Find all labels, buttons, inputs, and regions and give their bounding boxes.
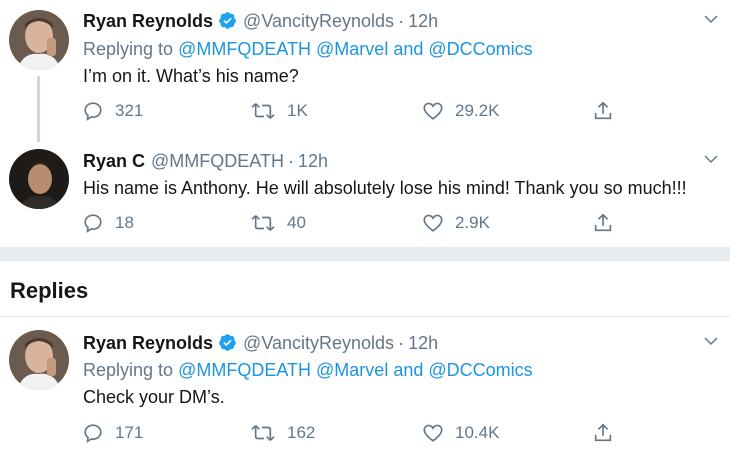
heart-icon [423, 214, 443, 232]
like-button[interactable]: 10.4K [422, 420, 499, 446]
user-handle[interactable]: @VancityReynolds [243, 11, 394, 31]
tweet-actions: 171 162 10.4K [82, 420, 622, 446]
retweet-count: 40 [287, 213, 306, 232]
tweet-header: Ryan C @MMFQDEATH · 12h [83, 150, 328, 172]
retweet-count: 162 [287, 423, 316, 442]
verified-badge-icon [219, 334, 236, 351]
reply-count: 18 [115, 213, 134, 232]
mention-link[interactable]: @MMFQDEATH [178, 360, 311, 380]
chevron-down-icon[interactable] [702, 332, 720, 350]
avatar-ryan-reynolds[interactable] [9, 330, 69, 390]
retweet-icon [251, 215, 275, 231]
tweet-time[interactable]: 12h [298, 151, 328, 171]
reply-button[interactable]: 321 [82, 98, 143, 124]
tweet-header: Ryan Reynolds @VancityReynolds · 12h [83, 332, 438, 354]
share-icon [594, 423, 612, 442]
share-icon [594, 213, 612, 232]
like-button[interactable]: 29.2K [422, 98, 499, 124]
tweet-time[interactable]: 12h [408, 333, 438, 353]
like-count: 2.9K [455, 213, 490, 232]
mention-link[interactable]: @Marvel [316, 39, 388, 59]
section-divider [0, 247, 730, 261]
reply-icon [84, 214, 102, 233]
separator-dot: · [398, 11, 405, 31]
thread-connector-line [37, 76, 40, 142]
tweet-text: I’m on it. What’s his name? [83, 66, 299, 86]
retweet-button[interactable]: 40 [250, 210, 306, 236]
retweet-count: 1K [287, 101, 308, 120]
user-handle[interactable]: @VancityReynolds [243, 333, 394, 353]
like-button[interactable]: 2.9K [422, 210, 490, 236]
tweet-1[interactable]: Ryan Reynolds @VancityReynolds · 12h Replyi… [0, 0, 730, 147]
tweet-text: Check your DM’s. [83, 387, 225, 407]
replying-to-label: Replying to [83, 39, 174, 59]
display-name[interactable]: Ryan Reynolds [83, 11, 213, 31]
tweet-actions: 18 40 2.9K [82, 210, 622, 236]
separator-dot: · [287, 151, 294, 171]
separator-dot: · [398, 333, 405, 353]
chevron-down-icon[interactable] [702, 10, 720, 28]
reply-count: 171 [115, 423, 144, 442]
verified-badge-icon [219, 12, 236, 29]
replying-to-label: Replying to [83, 360, 174, 380]
reply-button[interactable]: 18 [82, 210, 134, 236]
tweet-header: Ryan Reynolds @VancityReynolds · 12h [83, 10, 438, 32]
heading-separator [0, 316, 730, 317]
display-name[interactable]: Ryan C [83, 151, 145, 171]
display-name[interactable]: Ryan Reynolds [83, 333, 213, 353]
mention-and[interactable]: and [393, 360, 423, 380]
share-button[interactable] [592, 98, 625, 124]
replying-to: Replying to @MMFQDEATH @Marvel and @DCCo… [83, 38, 533, 60]
tweet-2[interactable]: Ryan C @MMFQDEATH · 12h His name is Anthony… [0, 147, 730, 247]
avatar-ryan-c[interactable] [9, 149, 69, 209]
tweet-actions: 321 1K 29.2K [82, 98, 622, 124]
replies-heading: Replies [10, 278, 89, 303]
tweet-time[interactable]: 12h [408, 11, 438, 31]
retweet-icon [251, 425, 275, 441]
reply-count: 321 [115, 101, 144, 120]
heart-icon [423, 424, 443, 442]
chevron-down-icon[interactable] [702, 150, 720, 168]
heart-icon [423, 102, 443, 120]
reply-button[interactable]: 171 [82, 420, 143, 446]
mention-link[interactable]: @DCComics [428, 39, 532, 59]
avatar-ryan-reynolds[interactable] [9, 10, 69, 70]
mention-link[interactable]: @MMFQDEATH [178, 39, 311, 59]
mention-and[interactable]: and [393, 39, 423, 59]
user-handle[interactable]: @MMFQDEATH [151, 151, 284, 171]
tweet-3[interactable]: Ryan Reynolds @VancityReynolds · 12h Replyi… [0, 318, 730, 458]
mention-link[interactable]: @Marvel [316, 360, 388, 380]
share-icon [594, 101, 612, 120]
retweet-icon [251, 103, 275, 119]
retweet-button[interactable]: 162 [250, 420, 315, 446]
mention-link[interactable]: @DCComics [428, 360, 532, 380]
replying-to: Replying to @MMFQDEATH @Marvel and @DCCo… [83, 359, 533, 381]
like-count: 29.2K [455, 101, 500, 120]
tweet-text: His name is Anthony. He will absolutely … [83, 178, 687, 198]
reply-icon [84, 102, 102, 121]
share-button[interactable] [592, 210, 625, 236]
retweet-button[interactable]: 1K [250, 98, 308, 124]
reply-icon [84, 424, 102, 443]
share-button[interactable] [592, 420, 625, 446]
like-count: 10.4K [455, 423, 500, 442]
